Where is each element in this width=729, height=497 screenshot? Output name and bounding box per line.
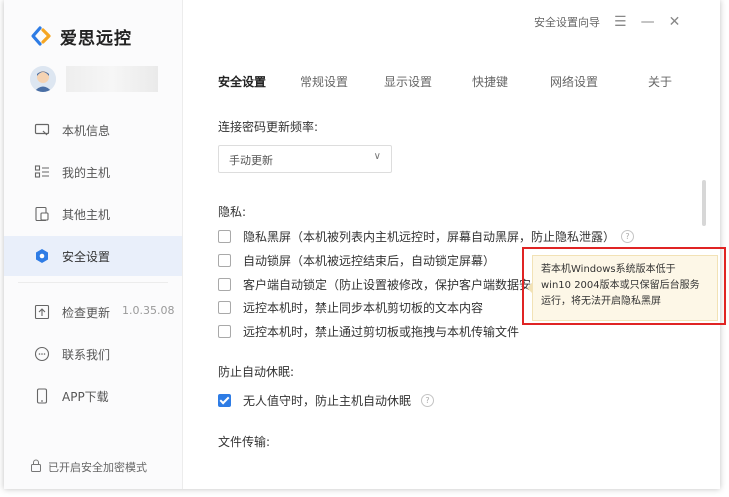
sidebar: 爱思远控 本机信息 我的主机 其他主机 安全设置 检查更新 1.0.35.08 … (4, 0, 183, 489)
sidebar-item-contact[interactable]: 联系我们 (4, 334, 182, 374)
chat-icon (34, 346, 50, 362)
file-transfer-label: 文件传输: (218, 435, 271, 449)
devices-icon (34, 206, 50, 222)
privacy-label: 隐私: (218, 205, 247, 219)
menu-icon[interactable]: ☰ (614, 14, 627, 30)
option-text: 客户端自动锁定（防止设置被修改，保护客户端数据安全） (243, 277, 556, 292)
tab-hotkeys[interactable]: 快捷键 (472, 73, 508, 90)
sidebar-item-label: APP下载 (62, 390, 109, 404)
tab-network[interactable]: 网络设置 (550, 73, 598, 90)
privacy-option-clipboard-text[interactable]: 远控本机时，禁止同步本机剪切板的文本内容 (218, 299, 483, 315)
scrollbar[interactable] (702, 180, 706, 226)
lock-icon (30, 459, 42, 475)
sidebar-item-label: 本机信息 (62, 124, 111, 138)
sleep-label: 防止自动休眠: (218, 365, 295, 379)
privacy-option-clipboard-files[interactable]: 远控本机时，禁止通过剪切板或拖拽与本机传输文件 (218, 323, 519, 339)
tab-about[interactable]: 关于 (648, 73, 672, 90)
checkbox[interactable] (218, 300, 231, 314)
logo-icon (30, 25, 52, 47)
app-logo: 爱思远控 (30, 24, 132, 49)
sidebar-item-label: 联系我们 (62, 348, 111, 362)
option-text: 自动锁屏（本机被远控结束后，自动锁定屏幕） (243, 253, 496, 268)
sidebar-item-check-update[interactable]: 检查更新 1.0.35.08 (4, 292, 182, 332)
avatar[interactable] (30, 66, 56, 92)
checkbox[interactable] (218, 277, 231, 291)
tab-display[interactable]: 显示设置 (384, 73, 432, 90)
username-redacted (66, 66, 158, 92)
help-icon[interactable]: ? (621, 229, 635, 243)
sidebar-item-security[interactable]: 安全设置 (4, 236, 182, 276)
encryption-status: 已开启安全加密模式 (30, 459, 147, 475)
sidebar-item-label: 其他主机 (62, 208, 111, 222)
app-name: 爱思远控 (60, 28, 132, 49)
sidebar-item-other-hosts[interactable]: 其他主机 (4, 194, 182, 234)
sleep-option[interactable]: 无人值守时，防止主机自动休眠 ? (218, 392, 435, 408)
option-text: 隐私黑屏（本机被列表内主机远控时，屏幕自动黑屏，防止隐私泄露） (243, 229, 616, 244)
close-icon[interactable]: ✕ (669, 14, 681, 30)
checkbox[interactable] (218, 324, 231, 338)
sidebar-item-app-download[interactable]: APP下载 (4, 376, 182, 416)
checkbox[interactable] (218, 229, 231, 243)
chevron-down-icon: ∨ (373, 151, 381, 162)
tab-general[interactable]: 常规设置 (300, 73, 348, 90)
password-frequency-select[interactable]: 手动更新 ∨ (218, 145, 392, 173)
sidebar-item-local-info[interactable]: 本机信息 (4, 110, 182, 150)
tab-security[interactable]: 安全设置 (218, 73, 266, 90)
select-value: 手动更新 (229, 154, 273, 167)
user-profile[interactable] (30, 66, 158, 92)
shield-icon (34, 248, 50, 264)
privacy-option-blackscreen[interactable]: 隐私黑屏（本机被列表内主机远控时，屏幕自动黑屏，防止隐私泄露） ? (218, 228, 635, 244)
option-text: 远控本机时，禁止同步本机剪切板的文本内容 (243, 300, 484, 315)
sidebar-item-label: 我的主机 (62, 166, 111, 180)
password-frequency-label: 连接密码更新频率: (218, 120, 319, 134)
sidebar-item-my-hosts[interactable]: 我的主机 (4, 152, 182, 192)
phone-icon (34, 388, 50, 404)
sidebar-item-label: 检查更新 (62, 306, 111, 320)
checkbox[interactable] (218, 253, 231, 267)
security-guide-link[interactable]: 安全设置向导 (534, 14, 600, 30)
divider (18, 282, 168, 283)
sidebar-item-label: 安全设置 (62, 250, 111, 264)
privacy-option-client-lock[interactable]: 客户端自动锁定（防止设置被修改，保护客户端数据安全） (218, 276, 555, 292)
encryption-status-text: 已开启安全加密模式 (48, 461, 147, 474)
list-icon (34, 164, 50, 180)
monitor-icon (34, 122, 50, 138)
version-label: 1.0.35.08 (122, 304, 175, 317)
checkbox[interactable] (218, 393, 231, 407)
upload-icon (34, 304, 50, 320)
minimize-icon[interactable]: — (641, 14, 655, 30)
option-text: 远控本机时，禁止通过剪切板或拖拽与本机传输文件 (243, 324, 520, 339)
highlight-box (522, 247, 726, 325)
option-text: 无人值守时，防止主机自动休眠 (243, 393, 412, 408)
window-controls: 安全设置向导 ☰ — ✕ (534, 14, 680, 30)
help-icon[interactable]: ? (421, 393, 435, 407)
app-window: 爱思远控 本机信息 我的主机 其他主机 安全设置 检查更新 1.0.35.08 … (4, 0, 726, 489)
privacy-option-autolock[interactable]: 自动锁屏（本机被远控结束后，自动锁定屏幕） (218, 252, 495, 268)
